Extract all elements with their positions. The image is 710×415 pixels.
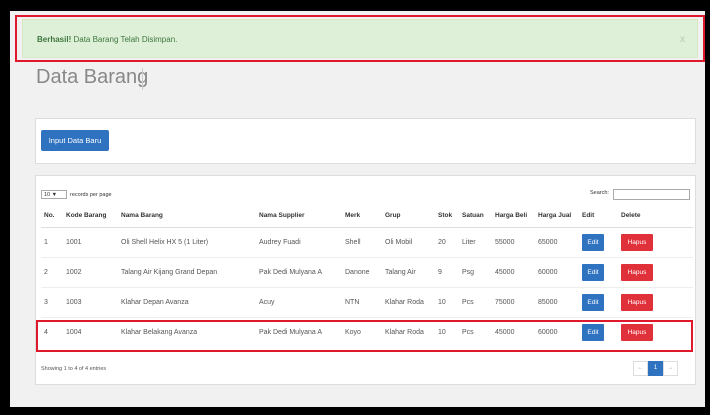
page-title: Data Barang [36,66,149,88]
col-harga-beli[interactable]: Harga Beli [492,205,535,228]
records-per-page-value: 10 [44,192,51,198]
search-input[interactable] [613,189,690,200]
cell-nama: Klahar Depan Avanza [118,286,256,317]
table-info: Showing 1 to 4 of 4 entries [41,366,107,372]
table-row: 3 1003 Klahar Depan Avanza Acuy NTN Klah… [41,286,693,317]
cell-no: 3 [41,286,63,317]
title-divider [142,68,143,90]
cell-stok: 9 [435,256,459,287]
col-nama[interactable]: Nama Barang [118,205,256,228]
cell-supplier: Acuy [256,286,342,317]
length-control: 10 ▼ records per page [41,190,112,199]
cell-edit: Edit [579,256,618,287]
cell-no: 2 [41,256,63,287]
cell-delete: Hapus [618,286,693,317]
edit-button[interactable]: Edit [582,263,604,281]
cell-harga-beli: 55000 [492,226,535,257]
cell-stok: 10 [435,286,459,317]
col-supplier[interactable]: Nama Supplier [256,205,342,228]
search-label: Search: [590,190,609,196]
pagination: ← 1 → [633,361,678,376]
records-per-page-select[interactable]: 10 ▼ [41,190,67,199]
delete-button[interactable]: Hapus [621,233,653,251]
col-kode[interactable]: Kode Barang [63,205,118,228]
table-row: 1 1001 Oli Shell Helix HX 5 (1 Liter) Au… [41,226,693,257]
cell-harga-jual: 85000 [535,286,579,317]
col-stok[interactable]: Stok [435,205,459,228]
cell-nama: Talang Air Kijang Grand Depan [118,256,256,287]
cell-nama: Oli Shell Helix HX 5 (1 Liter) [118,226,256,257]
cell-grup: Talang Air [382,256,435,287]
page-1-button[interactable]: 1 [648,361,663,376]
cell-edit: Edit [579,226,618,257]
col-delete: Delete [618,205,693,228]
col-merk[interactable]: Merk [342,205,382,228]
cell-harga-jual: 65000 [535,226,579,257]
cell-kode: 1002 [63,256,118,287]
cell-merk: Danone [342,256,382,287]
col-satuan[interactable]: Satuan [459,205,492,228]
cell-harga-beli: 45000 [492,256,535,287]
cell-edit: Edit [579,286,618,317]
cell-merk: NTN [342,286,382,317]
cell-kode: 1001 [63,226,118,257]
edit-button[interactable]: Edit [582,293,604,311]
row-highlight-box [36,320,693,352]
action-panel [35,118,696,164]
cell-supplier: Audrey Fuadi [256,226,342,257]
cell-grup: Klahar Roda [382,286,435,317]
cell-satuan: Liter [459,226,492,257]
edit-button[interactable]: Edit [582,233,604,251]
cell-harga-jual: 60000 [535,256,579,287]
cell-merk: Shell [342,226,382,257]
input-data-button[interactable]: Input Data Baru [41,130,109,151]
cell-satuan: Psg [459,256,492,287]
cell-harga-beli: 75000 [492,286,535,317]
alert-highlight-box [15,15,705,62]
col-no[interactable]: No. [41,205,63,228]
cell-satuan: Pcs [459,286,492,317]
cell-delete: Hapus [618,256,693,287]
cell-kode: 1003 [63,286,118,317]
cell-delete: Hapus [618,226,693,257]
cell-supplier: Pak Dedi Mulyana A [256,256,342,287]
delete-button[interactable]: Hapus [621,293,653,311]
col-harga-jual[interactable]: Harga Jual [535,205,579,228]
cell-no: 1 [41,226,63,257]
prev-page-button[interactable]: ← [633,361,648,376]
col-grup[interactable]: Grup [382,205,435,228]
table-row: 2 1002 Talang Air Kijang Grand Depan Pak… [41,256,693,287]
col-edit: Edit [579,205,618,228]
cell-stok: 20 [435,226,459,257]
cell-grup: Oli Mobil [382,226,435,257]
next-page-button[interactable]: → [663,361,678,376]
records-per-page-label: records per page [70,192,112,198]
table-header-row: No. Kode Barang Nama Barang Nama Supplie… [41,205,693,228]
delete-button[interactable]: Hapus [621,263,653,281]
